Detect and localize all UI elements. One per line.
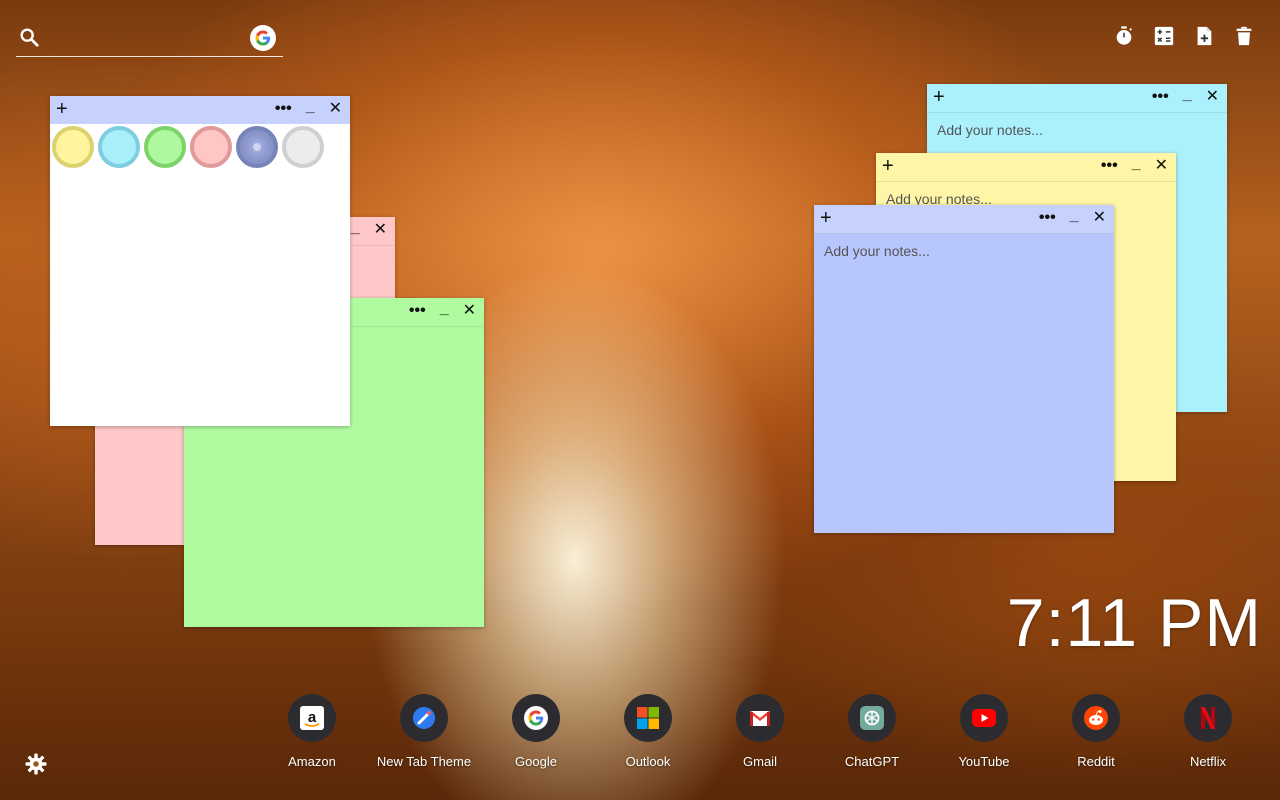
note-controls: ••• _ ✕ [1152, 86, 1219, 106]
toolbar [1112, 24, 1256, 48]
note-close-button[interactable]: ✕ [374, 221, 387, 239]
note-close-button[interactable]: ✕ [1093, 209, 1106, 227]
sticky-note-blue[interactable]: + ••• _ ✕ Add your notes... [814, 205, 1114, 533]
color-swatch-pink[interactable] [190, 126, 232, 168]
calculator-icon[interactable] [1152, 24, 1176, 48]
note-menu-button[interactable]: ••• [1101, 157, 1118, 175]
sticky-note-white[interactable]: + ••• _ ✕ [50, 96, 350, 426]
shortcut-label: YouTube [958, 754, 1010, 769]
google-search-icon[interactable] [250, 25, 276, 51]
note-controls: ••• _ ✕ [1101, 155, 1168, 175]
shortcut-google[interactable]: Google [480, 694, 592, 769]
search-bar [16, 22, 283, 57]
search-icon[interactable] [18, 26, 40, 53]
chatgpt-icon [848, 694, 896, 742]
color-swatch-green[interactable] [144, 126, 186, 168]
note-title-bar[interactable]: + ••• _ ✕ [50, 96, 350, 124]
note-add-button[interactable]: + [56, 99, 68, 119]
shortcut-new-tab-theme[interactable]: New Tab Theme [368, 694, 480, 769]
note-add-button[interactable]: + [882, 156, 894, 176]
note-close-button[interactable]: ✕ [1155, 157, 1168, 175]
note-minimize-button[interactable]: _ [351, 219, 360, 239]
note-minimize-button[interactable]: _ [1070, 207, 1079, 227]
shortcut-reddit[interactable]: Reddit [1040, 694, 1152, 769]
add-note-icon[interactable] [1192, 24, 1216, 48]
note-add-button[interactable]: + [820, 208, 832, 228]
note-title-bar[interactable]: + ••• _ ✕ [876, 153, 1176, 182]
google-icon [512, 694, 560, 742]
shortcut-label: New Tab Theme [376, 754, 472, 769]
note-minimize-button[interactable]: _ [440, 300, 449, 320]
note-minimize-button[interactable]: _ [1132, 155, 1141, 175]
amazon-icon: a [288, 694, 336, 742]
color-swatch-yellow[interactable] [52, 126, 94, 168]
shortcut-youtube[interactable]: YouTube [928, 694, 1040, 769]
netflix-icon [1184, 694, 1232, 742]
svg-text:a: a [308, 709, 317, 726]
shortcut-label: Google [515, 754, 557, 769]
shortcut-gmail[interactable]: Gmail [704, 694, 816, 769]
note-placeholder: Add your notes... [937, 122, 1043, 138]
color-swatch-cyan[interactable] [98, 126, 140, 168]
note-menu-button[interactable]: ••• [1039, 209, 1056, 227]
youtube-icon [960, 694, 1008, 742]
outlook-icon [624, 694, 672, 742]
note-body[interactable]: Add your notes... [814, 234, 1114, 533]
note-close-button[interactable]: ✕ [329, 100, 342, 118]
timer-icon[interactable] [1112, 24, 1136, 48]
shortcut-outlook[interactable]: Outlook [592, 694, 704, 769]
color-palette [52, 126, 324, 168]
shortcut-label: Netflix [1189, 754, 1227, 769]
gear-icon[interactable] [24, 752, 48, 776]
note-minimize-button[interactable]: _ [1183, 86, 1192, 106]
reddit-icon [1072, 694, 1120, 742]
shortcut-netflix[interactable]: Netflix [1152, 694, 1264, 769]
note-add-button[interactable]: + [933, 87, 945, 107]
note-controls: ••• _ ✕ [409, 300, 476, 320]
note-menu-button[interactable]: ••• [275, 100, 292, 118]
note-menu-button[interactable]: ••• [409, 302, 426, 320]
note-title-bar[interactable]: + ••• _ ✕ [814, 205, 1114, 234]
search-input[interactable] [52, 24, 246, 52]
note-controls: ••• _ ✕ [275, 98, 342, 118]
shortcut-chatgpt[interactable]: ChatGPT [816, 694, 928, 769]
note-controls: ••• _ ✕ [1039, 207, 1106, 227]
gmail-icon [736, 694, 784, 742]
shortcut-label: Amazon [288, 754, 336, 769]
shortcut-label: Outlook [625, 754, 671, 769]
selected-indicator [253, 143, 261, 151]
shortcut-dock: a Amazon New Tab Theme Google Outlook Gm… [256, 694, 1264, 784]
note-close-button[interactable]: ✕ [1206, 88, 1219, 106]
clock: 7:11 PM [1006, 585, 1262, 661]
note-menu-button[interactable]: ••• [1152, 88, 1169, 106]
shortcut-label: Reddit [1077, 754, 1115, 769]
color-swatch-blue[interactable] [236, 126, 278, 168]
note-close-button[interactable]: ✕ [463, 302, 476, 320]
note-minimize-button[interactable]: _ [306, 98, 315, 118]
shortcut-label: Gmail [743, 754, 777, 769]
note-placeholder: Add your notes... [824, 243, 930, 259]
new-tab-theme-icon [400, 694, 448, 742]
color-swatch-gray[interactable] [282, 126, 324, 168]
trash-icon[interactable] [1232, 24, 1256, 48]
note-title-bar[interactable]: + ••• _ ✕ [927, 84, 1227, 113]
shortcut-amazon[interactable]: a Amazon [256, 694, 368, 769]
shortcut-label: ChatGPT [844, 754, 900, 769]
